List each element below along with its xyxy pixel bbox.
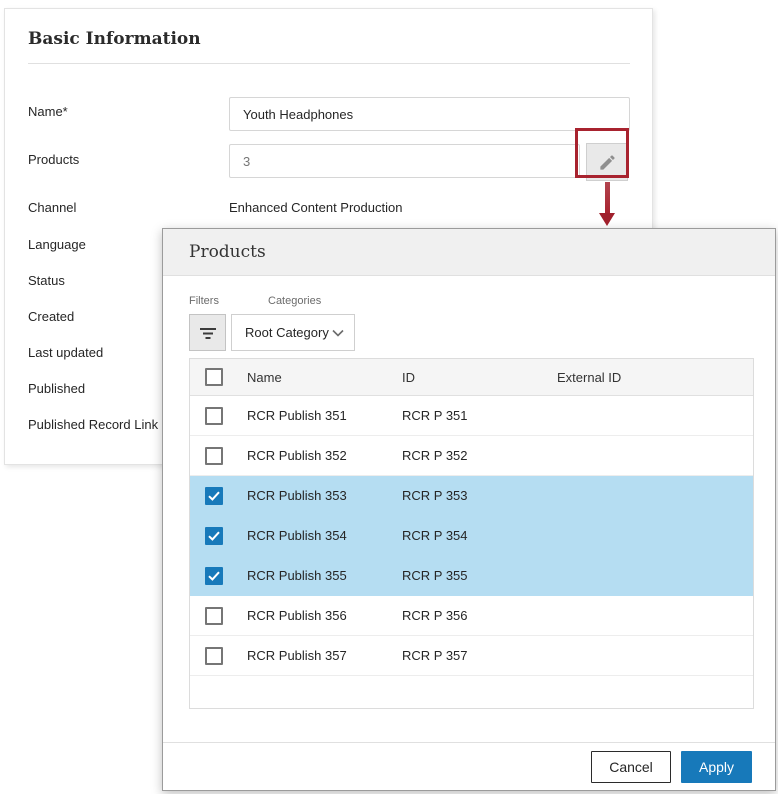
screen: Basic Information Name* Youth Headphones…: [0, 0, 778, 794]
checkmark-icon: [208, 531, 220, 541]
published-label: Published: [28, 381, 85, 396]
categories-dropdown[interactable]: Root Category: [231, 314, 355, 351]
table-row[interactable]: RCR Publish 351 RCR P 351: [190, 396, 753, 436]
checkmark-icon: [208, 491, 220, 501]
row-checkbox-cell: [190, 647, 247, 665]
created-label: Created: [28, 309, 74, 324]
products-input-value: 3: [243, 154, 250, 169]
apply-button[interactable]: Apply: [681, 751, 752, 783]
name-input[interactable]: Youth Headphones: [229, 97, 630, 131]
dialog-header: Products: [163, 229, 775, 276]
row-checkbox[interactable]: [205, 607, 223, 625]
row-checkbox-cell: [190, 407, 247, 425]
row-name: RCR Publish 353: [247, 488, 402, 503]
row-checkbox[interactable]: [205, 567, 223, 585]
table-header-row: Name ID External ID: [190, 359, 753, 396]
table-row[interactable]: RCR Publish 354 RCR P 354: [190, 516, 753, 556]
filter-lines-icon: [199, 326, 217, 340]
header-external-id: External ID: [557, 370, 753, 385]
language-label: Language: [28, 237, 86, 252]
row-checkbox-cell: [190, 527, 247, 545]
row-checkbox[interactable]: [205, 407, 223, 425]
row-id: RCR P 357: [402, 648, 557, 663]
header-id: ID: [402, 370, 557, 385]
row-id: RCR P 356: [402, 608, 557, 623]
channel-label: Channel: [28, 200, 76, 215]
last-updated-label: Last updated: [28, 345, 103, 360]
edit-pencil-icon: [598, 153, 617, 172]
products-label: Products: [28, 152, 79, 167]
categories-dropdown-value: Root Category: [245, 325, 329, 340]
row-id: RCR P 354: [402, 528, 557, 543]
row-name: RCR Publish 351: [247, 408, 402, 423]
row-id: RCR P 351: [402, 408, 557, 423]
status-label: Status: [28, 273, 65, 288]
name-input-value: Youth Headphones: [243, 107, 353, 122]
row-name: RCR Publish 356: [247, 608, 402, 623]
products-dialog: Products Filters Categories Root Categor…: [162, 228, 776, 791]
published-record-link-label: Published Record Link: [28, 417, 158, 432]
table-row[interactable]: RCR Publish 356 RCR P 356: [190, 596, 753, 636]
dialog-title: Products: [189, 242, 266, 262]
row-checkbox-cell: [190, 567, 247, 585]
table-body: RCR Publish 351 RCR P 351 RCR Publish 35…: [190, 396, 753, 676]
dialog-footer: Cancel Apply: [163, 742, 775, 790]
row-name: RCR Publish 355: [247, 568, 402, 583]
panel-title: Basic Information: [28, 29, 201, 49]
table-row[interactable]: RCR Publish 357 RCR P 357: [190, 636, 753, 676]
row-name: RCR Publish 354: [247, 528, 402, 543]
table-row[interactable]: RCR Publish 355 RCR P 355: [190, 556, 753, 596]
row-checkbox-cell: [190, 487, 247, 505]
title-divider: [28, 63, 630, 64]
products-input[interactable]: 3: [229, 144, 580, 178]
row-id: RCR P 355: [402, 568, 557, 583]
channel-value: Enhanced Content Production: [229, 200, 402, 215]
row-id: RCR P 353: [402, 488, 557, 503]
name-label: Name*: [28, 104, 68, 119]
select-all-checkbox[interactable]: [205, 368, 223, 386]
filter-button[interactable]: [189, 314, 226, 351]
table-row[interactable]: RCR Publish 352 RCR P 352: [190, 436, 753, 476]
row-checkbox-cell: [190, 607, 247, 625]
header-name: Name: [247, 370, 402, 385]
row-name: RCR Publish 352: [247, 448, 402, 463]
row-checkbox[interactable]: [205, 487, 223, 505]
checkmark-icon: [208, 571, 220, 581]
row-id: RCR P 352: [402, 448, 557, 463]
table-row[interactable]: RCR Publish 353 RCR P 353: [190, 476, 753, 516]
header-checkbox-cell: [190, 368, 247, 386]
filters-label: Filters: [189, 295, 219, 307]
products-table: Name ID External ID RCR Publish 351 RCR …: [189, 358, 754, 709]
chevron-down-icon: [332, 329, 344, 337]
cancel-button[interactable]: Cancel: [591, 751, 671, 783]
row-name: RCR Publish 357: [247, 648, 402, 663]
row-checkbox[interactable]: [205, 447, 223, 465]
edit-products-button[interactable]: [586, 143, 628, 181]
row-checkbox-cell: [190, 447, 247, 465]
categories-label: Categories: [268, 295, 321, 307]
row-checkbox[interactable]: [205, 647, 223, 665]
row-checkbox[interactable]: [205, 527, 223, 545]
